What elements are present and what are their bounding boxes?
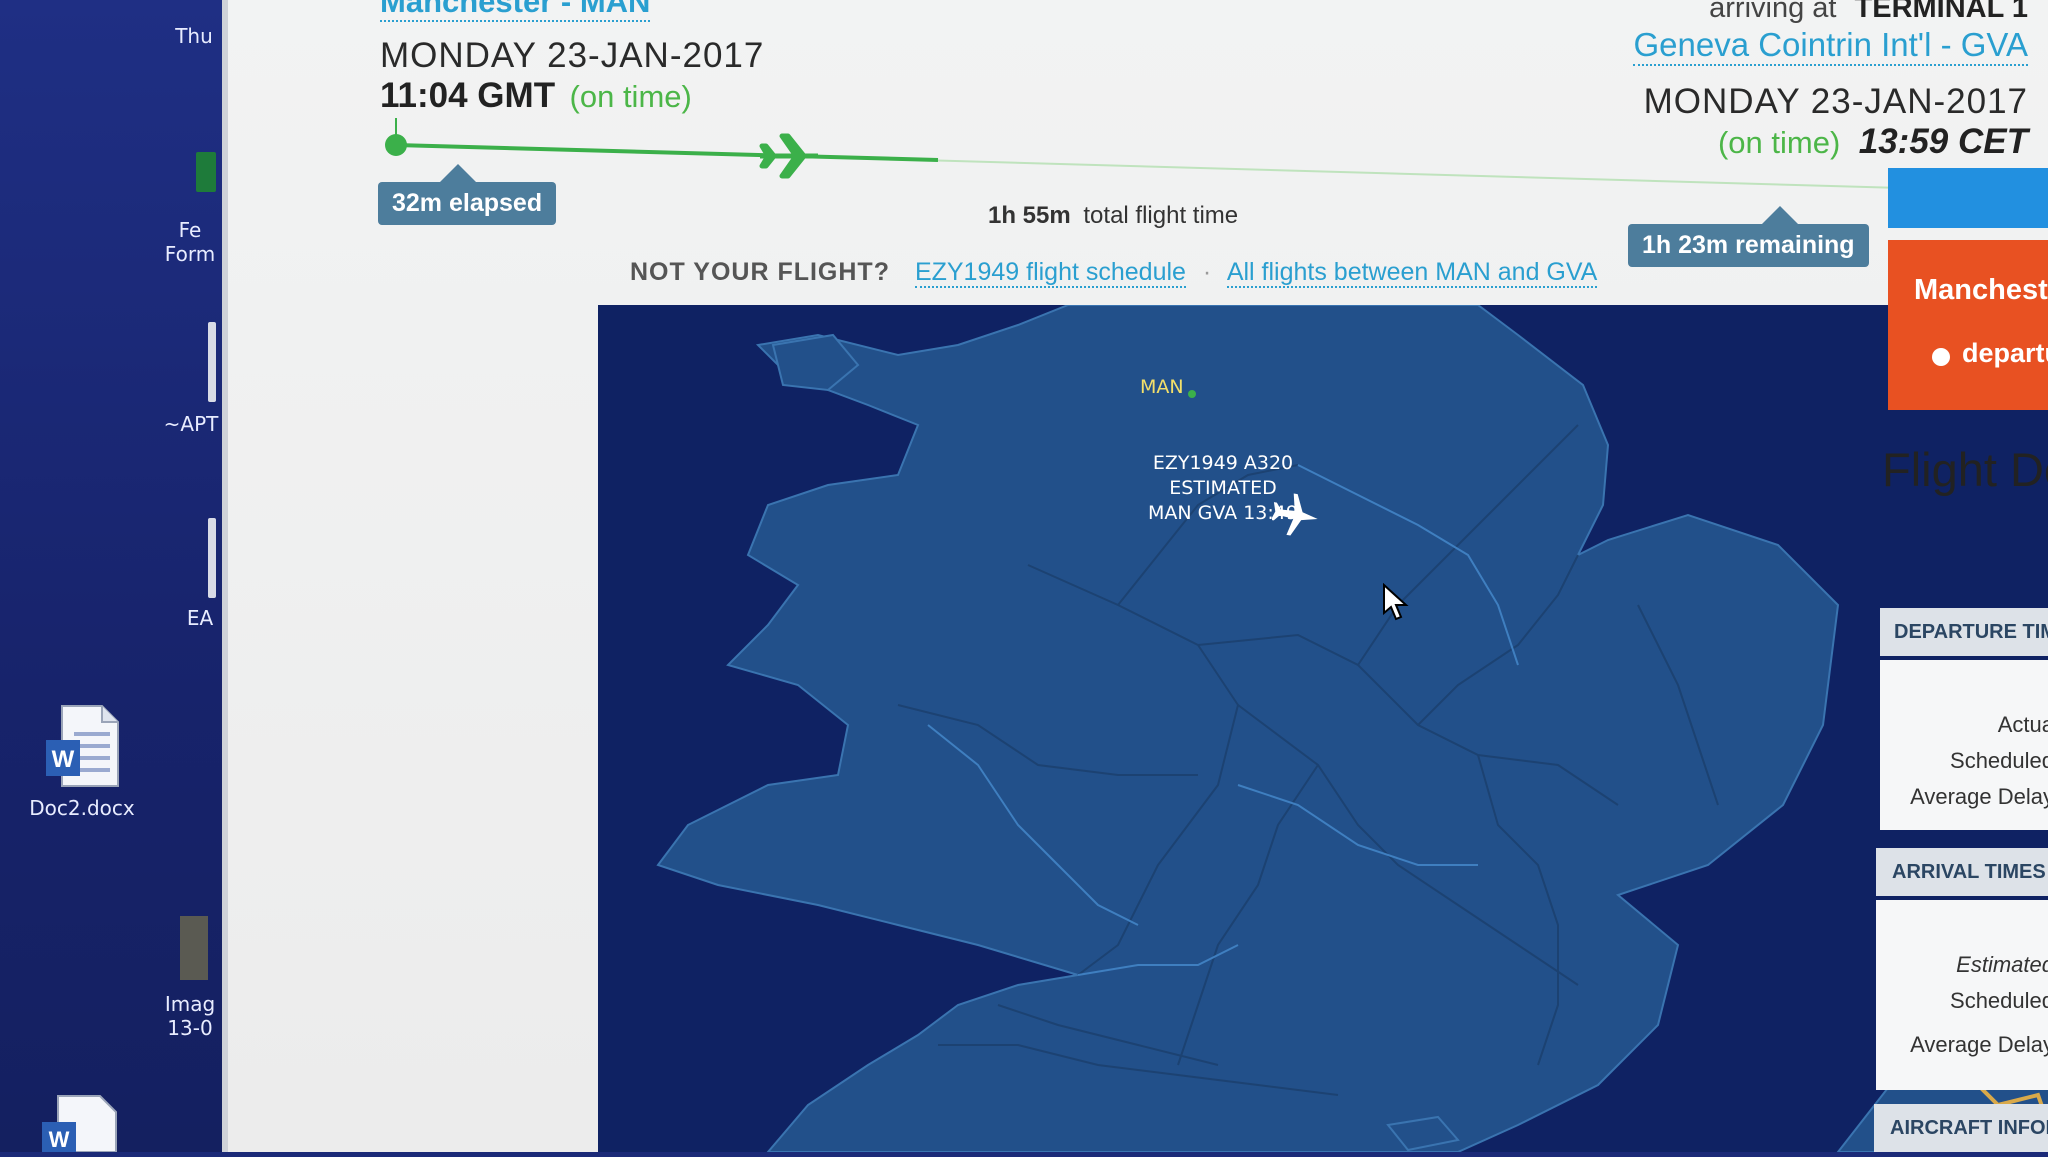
svg-text:W: W <box>49 1127 70 1152</box>
desktop-label-ea: EA <box>186 606 214 630</box>
image-file-icon[interactable] <box>180 916 208 980</box>
flight-map[interactable]: MAN EZY1949 A320 ESTIMATED MAN GVA 13:49 <box>598 305 2048 1152</box>
word-document-icon[interactable]: W <box>44 704 122 793</box>
plane-marker-icon[interactable] <box>1270 490 1318 545</box>
all-flights-link[interactable]: All flights between MAN and GVA <box>1226 258 1598 288</box>
flight-schedule-link[interactable]: EZY1949 flight schedule <box>914 258 1186 288</box>
remaining-badge: 1h 23m remaining <box>1628 224 1869 267</box>
total-flight-time-value: 1h 55m <box>988 202 1071 229</box>
map-land <box>656 305 2048 1152</box>
arrival-estimated-label: Estimated <box>1956 952 2048 977</box>
departure-tag: departu <box>1962 338 2048 368</box>
departure-times-header: DEPARTURE TIM <box>1880 608 2048 656</box>
desktop-icon-edge[interactable] <box>208 518 216 598</box>
link-separator: · <box>1202 258 1212 286</box>
departure-date: MONDAY 23-JAN-2017 <box>380 36 765 75</box>
origin-banner: Manchester departu <box>1888 240 2048 410</box>
departure-scheduled-label: Scheduled <box>1950 748 2048 773</box>
arrival-times-header: ARRIVAL TIMES <box>1876 848 2048 896</box>
elapsed-badge: 32m elapsed <box>378 182 557 225</box>
desktop-label-form: Fe Form <box>164 218 216 266</box>
desktop-label-apt: ~APT <box>163 412 219 436</box>
flight-tracker-page: Manchester - MAN MONDAY 23-JAN-2017 11:0… <box>222 0 2048 1152</box>
desktop-label-doc2: Doc2.docx <box>29 796 135 820</box>
desktop-strip: Thu Fe Form ~APT EA W Doc2.docx Imag 13-… <box>0 0 222 1153</box>
aircraft-info-header: AIRCRAFT INFOR <box>1874 1104 2048 1152</box>
word-document-icon[interactable]: W <box>40 1094 120 1157</box>
arrival-scheduled-label: Scheduled <box>1950 988 2048 1013</box>
departure-dot-icon <box>1932 348 1950 366</box>
arrival-avg-delay-label: Average Delay <box>1910 1032 2048 1057</box>
right-blue-button[interactable] <box>1888 168 2048 228</box>
desktop-label-image: Imag 13-0 <box>164 992 216 1040</box>
flight-label-callsign: EZY1949 A320 <box>1152 452 1294 474</box>
flight-details-title: Flight De <box>1882 443 2048 496</box>
svg-text:W: W <box>52 746 75 773</box>
total-flight-time-label: total flight time <box>1083 202 1239 229</box>
plane-progress-icon <box>758 132 822 185</box>
arrival-terminal: TERMINAL 1 <box>1854 0 2028 24</box>
mouse-cursor-icon <box>1382 582 1410 628</box>
not-your-flight-label: NOT YOUR FLIGHT? <box>630 258 890 286</box>
arriving-prefix: arriving at <box>1709 0 1837 24</box>
departure-status: (on time) <box>569 79 692 114</box>
man-airport-label: MAN <box>1140 376 1184 398</box>
man-airport-dot <box>1188 390 1196 398</box>
elapsed-pointer <box>440 164 476 182</box>
destination-airport-link[interactable]: Geneva Cointrin Int'l - GVA <box>1633 26 2028 66</box>
departure-avg-delay-label: Average Delay <box>1910 784 2048 809</box>
desktop-icon-edge[interactable] <box>208 322 216 402</box>
departure-actual-label: Actua <box>1997 712 2048 737</box>
remaining-pointer <box>1762 206 1798 224</box>
desktop-label-thu: Thu <box>175 24 213 48</box>
origin-banner-label: Manchester <box>1914 274 2048 306</box>
excel-icon[interactable] <box>196 152 216 192</box>
origin-airport-link[interactable]: Manchester - MAN <box>380 0 651 22</box>
